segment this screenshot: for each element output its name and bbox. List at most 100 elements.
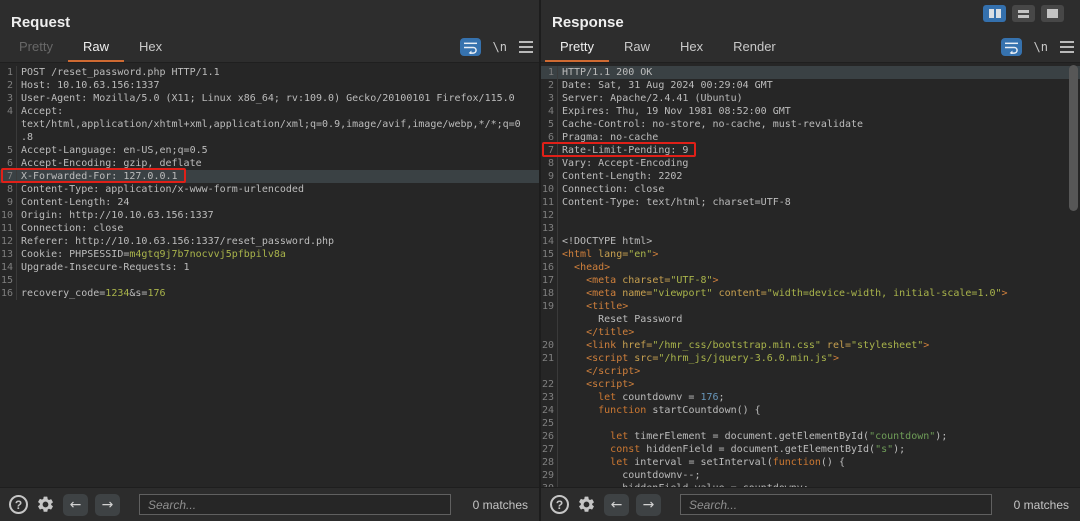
- code-segment: Referer: http://10.10.63.156:1337/reset_…: [21, 236, 334, 247]
- code-line[interactable]: 11Connection: close: [0, 222, 539, 235]
- code-line[interactable]: 7X-Forwarded-For: 127.0.0.1: [0, 170, 539, 183]
- code-line[interactable]: 6Accept-Encoding: gzip, deflate: [0, 157, 539, 170]
- code-line[interactable]: 20 <link href="/hmr_css/bootstrap.min.cs…: [541, 339, 1080, 352]
- code-segment: hiddenField = document.getElementById(: [640, 444, 875, 455]
- tab-hex[interactable]: Hex: [124, 36, 177, 62]
- code-line[interactable]: 26 let timerElement = document.getElemen…: [541, 430, 1080, 443]
- code-line[interactable]: </title>: [541, 326, 1080, 339]
- code-line[interactable]: 12: [541, 209, 1080, 222]
- next-match-button[interactable]: →: [95, 494, 120, 516]
- nonprintable-chars-toggle[interactable]: \n: [1034, 40, 1048, 54]
- line-content: Expires: Thu, 19 Nov 1981 08:52:00 GMT: [558, 105, 1080, 118]
- code-line[interactable]: 23 let countdownv = 176;: [541, 391, 1080, 404]
- request-editor[interactable]: 1POST /reset_password.php HTTP/1.12Host:…: [0, 63, 539, 487]
- request-search-input[interactable]: [139, 494, 451, 515]
- code-line[interactable]: 18 <meta name="viewport" content="width=…: [541, 287, 1080, 300]
- code-segment: startCountdown() {: [646, 405, 760, 416]
- line-content: X-Forwarded-For: 127.0.0.1: [17, 170, 539, 183]
- code-line[interactable]: 13Cookie: PHPSESSID=m4gtq9j7b7nocvvj5pfb…: [0, 248, 539, 261]
- code-line[interactable]: 1POST /reset_password.php HTTP/1.1: [0, 66, 539, 79]
- search-settings-gear-icon[interactable]: [35, 494, 56, 515]
- code-line[interactable]: 12Referer: http://10.10.63.156:1337/rese…: [0, 235, 539, 248]
- layout-single-button[interactable]: [1041, 5, 1064, 22]
- code-line[interactable]: 11Content-Type: text/html; charset=UTF-8: [541, 196, 1080, 209]
- response-editor[interactable]: 1HTTP/1.1 200 OK2Date: Sat, 31 Aug 2024 …: [541, 63, 1080, 487]
- line-number: 9: [0, 196, 17, 209]
- code-line[interactable]: 2Host: 10.10.63.156:1337: [0, 79, 539, 92]
- code-line[interactable]: 16recovery_code=1234&s=176: [0, 287, 539, 300]
- tab-pretty[interactable]: Pretty: [545, 36, 609, 62]
- next-match-button[interactable]: →: [636, 494, 661, 516]
- help-icon[interactable]: ?: [550, 495, 569, 514]
- code-line[interactable]: 8Content-Type: application/x-www-form-ur…: [0, 183, 539, 196]
- code-line[interactable]: 4Expires: Thu, 19 Nov 1981 08:52:00 GMT: [541, 105, 1080, 118]
- line-content: Referer: http://10.10.63.156:1337/reset_…: [17, 235, 539, 248]
- code-line[interactable]: 5Cache-Control: no-store, no-cache, must…: [541, 118, 1080, 131]
- code-line[interactable]: 14<!DOCTYPE html>: [541, 235, 1080, 248]
- tab-raw[interactable]: Raw: [68, 36, 124, 62]
- line-number: 17: [541, 274, 558, 287]
- code-line[interactable]: 10Connection: close: [541, 183, 1080, 196]
- search-settings-gear-icon[interactable]: [576, 494, 597, 515]
- code-line[interactable]: 3User-Agent: Mozilla/5.0 (X11; Linux x86…: [0, 92, 539, 105]
- code-line[interactable]: 15<html lang="en">: [541, 248, 1080, 261]
- code-line[interactable]: 19 <title>: [541, 300, 1080, 313]
- code-line[interactable]: 8Vary: Accept-Encoding: [541, 157, 1080, 170]
- code-line[interactable]: 6Pragma: no-cache: [541, 131, 1080, 144]
- previous-match-button[interactable]: ←: [604, 494, 629, 516]
- tab-hex[interactable]: Hex: [665, 36, 718, 62]
- code-line[interactable]: 22 <script>: [541, 378, 1080, 391]
- code-line[interactable]: 14Upgrade-Insecure-Requests: 1: [0, 261, 539, 274]
- tab-render[interactable]: Render: [718, 36, 791, 62]
- code-segment: ;: [719, 392, 725, 403]
- scrollbar-thumb[interactable]: [1069, 65, 1078, 211]
- code-line[interactable]: 21 <script src="/hrm_js/jquery-3.6.0.min…: [541, 352, 1080, 365]
- code-line[interactable]: Reset Password: [541, 313, 1080, 326]
- tab-pretty[interactable]: Pretty: [4, 36, 68, 62]
- line-number: 5: [0, 144, 17, 157]
- code-line[interactable]: 29 countdownv--;: [541, 469, 1080, 482]
- line-text: HTTP/1.1 200 OK: [562, 67, 652, 78]
- code-segment: Content-Type: text/html; charset=UTF-8: [562, 197, 791, 208]
- code-line[interactable]: 5Accept-Language: en-US,en;q=0.5: [0, 144, 539, 157]
- layout-columns-button[interactable]: [983, 5, 1006, 22]
- code-line[interactable]: 13: [541, 222, 1080, 235]
- response-search-input[interactable]: [680, 494, 992, 515]
- layout-stacked-button[interactable]: [1012, 5, 1035, 22]
- line-content: Reset Password: [558, 313, 1080, 326]
- code-line[interactable]: 28 let interval = setInterval(function()…: [541, 456, 1080, 469]
- code-line[interactable]: 9Content-Length: 2202: [541, 170, 1080, 183]
- code-line[interactable]: 25: [541, 417, 1080, 430]
- line-text: <head>: [562, 262, 610, 273]
- code-line[interactable]: .8: [0, 131, 539, 144]
- code-line[interactable]: 2Date: Sat, 31 Aug 2024 00:29:04 GMT: [541, 79, 1080, 92]
- previous-match-button[interactable]: ←: [63, 494, 88, 516]
- code-line[interactable]: 15: [0, 274, 539, 287]
- line-content: Origin: http://10.10.63.156:1337: [17, 209, 539, 222]
- code-line[interactable]: 4Accept:: [0, 105, 539, 118]
- word-wrap-toggle[interactable]: [1001, 38, 1022, 56]
- line-content: <html lang="en">: [558, 248, 1080, 261]
- code-line[interactable]: 7Rate-Limit-Pending: 9: [541, 144, 1080, 157]
- code-segment: </title>: [586, 327, 634, 338]
- code-line[interactable]: 1HTTP/1.1 200 OK: [541, 66, 1080, 79]
- code-line[interactable]: 9Content-Length: 24: [0, 196, 539, 209]
- line-text: Content-Type: application/x-www-form-url…: [21, 184, 304, 195]
- help-icon[interactable]: ?: [9, 495, 28, 514]
- code-line[interactable]: 10Origin: http://10.10.63.156:1337: [0, 209, 539, 222]
- nonprintable-chars-toggle[interactable]: \n: [493, 40, 507, 54]
- tab-raw[interactable]: Raw: [609, 36, 665, 62]
- editor-menu-icon[interactable]: [1060, 41, 1074, 53]
- code-line[interactable]: 30 hiddenField.value = countdownv;: [541, 482, 1080, 487]
- code-line[interactable]: 27 const hiddenField = document.getEleme…: [541, 443, 1080, 456]
- code-line[interactable]: </script>: [541, 365, 1080, 378]
- editor-menu-icon[interactable]: [519, 41, 533, 53]
- code-line[interactable]: text/html,application/xhtml+xml,applicat…: [0, 118, 539, 131]
- line-content: <script>: [558, 378, 1080, 391]
- code-line[interactable]: 3Server: Apache/2.4.41 (Ubuntu): [541, 92, 1080, 105]
- code-line[interactable]: 16 <head>: [541, 261, 1080, 274]
- code-line[interactable]: 17 <meta charset="UTF-8">: [541, 274, 1080, 287]
- word-wrap-toggle[interactable]: [460, 38, 481, 56]
- code-line[interactable]: 24 function startCountdown() {: [541, 404, 1080, 417]
- line-number: [0, 118, 17, 131]
